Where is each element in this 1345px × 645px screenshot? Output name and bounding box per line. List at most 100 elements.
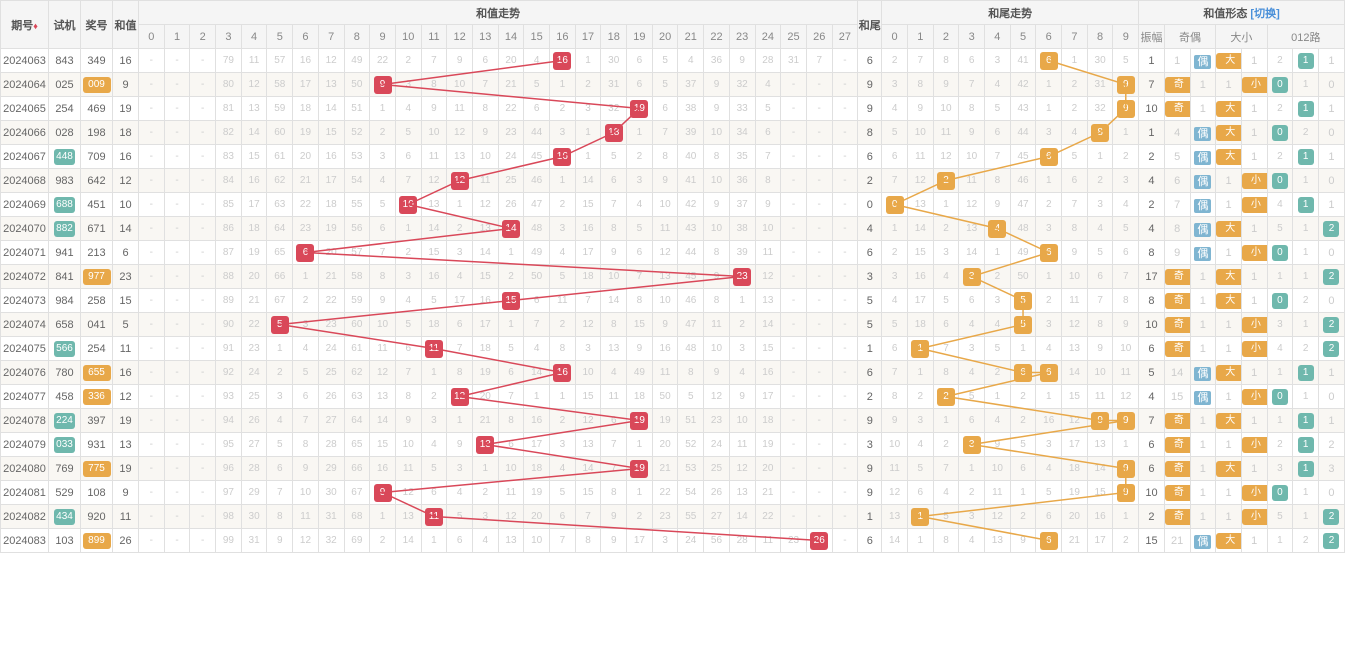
- hz-col-27: 27: [832, 25, 858, 49]
- hw-miss: 3: [959, 505, 985, 529]
- hz-miss: -: [832, 145, 858, 169]
- table-row: 202406384334916---7911571612492227962041…: [1, 49, 1345, 73]
- hz-miss: -: [806, 145, 832, 169]
- zhenfu-cell: 7: [1139, 73, 1165, 97]
- hz-ball: 23: [729, 265, 755, 289]
- col-period[interactable]: 期号♦: [1, 1, 49, 49]
- hz-col-16: 16: [550, 25, 576, 49]
- table-row: 202407745833612---9325362663138212207111…: [1, 385, 1345, 409]
- hz-miss: -: [139, 265, 165, 289]
- hz-miss: -: [164, 433, 190, 457]
- hz-miss: 6: [524, 289, 550, 313]
- hz-miss: 8: [421, 73, 447, 97]
- hz-miss: 46: [524, 169, 550, 193]
- hewei-cell: 1: [858, 337, 882, 361]
- hz-col-10: 10: [395, 25, 421, 49]
- hz-miss: 4: [421, 433, 447, 457]
- hz-miss: 4: [472, 529, 498, 553]
- table-row: 202407678065516---9224252562127181961416…: [1, 361, 1345, 385]
- hw-miss: 14: [959, 241, 985, 265]
- period-cell: 2024063: [1, 49, 49, 73]
- lu-cell: 2: [1267, 49, 1293, 73]
- hz-miss: 49: [627, 361, 653, 385]
- qo-num: 21: [1164, 529, 1190, 553]
- jianghao-cell: 642: [81, 169, 113, 193]
- lu-cell: 2: [1293, 121, 1319, 145]
- hw-col-4: 4: [985, 25, 1011, 49]
- hw-miss: 1: [1036, 169, 1062, 193]
- hz-miss: -: [139, 121, 165, 145]
- lu-cell: 4: [1267, 337, 1293, 361]
- hz-miss: 9: [370, 289, 396, 313]
- period-cell: 2024068: [1, 169, 49, 193]
- switch-link[interactable]: [切换]: [1250, 8, 1279, 20]
- hz-miss: -: [832, 241, 858, 265]
- hz-miss: 23: [498, 121, 524, 145]
- hz-miss: 13: [729, 481, 755, 505]
- hz-miss: 5: [498, 337, 524, 361]
- hz-miss: 9: [395, 409, 421, 433]
- hz-miss: -: [139, 457, 165, 481]
- lu-cell: 1: [1293, 361, 1319, 385]
- hz-miss: 12: [498, 505, 524, 529]
- hw-miss: 18: [1062, 457, 1088, 481]
- hz-miss: 1: [627, 121, 653, 145]
- hz-miss: 10: [755, 217, 781, 241]
- hz-miss: 7: [755, 145, 781, 169]
- hz-miss: 1: [550, 73, 576, 97]
- hw-miss: 13: [882, 505, 908, 529]
- lu-cell: 1: [1318, 409, 1344, 433]
- hz-miss: -: [164, 169, 190, 193]
- lu-cell: 2: [1293, 289, 1319, 313]
- sort-icon[interactable]: ♦: [33, 21, 38, 31]
- hz-miss: -: [806, 433, 832, 457]
- lu-cell: 2: [1318, 433, 1344, 457]
- hz-miss: 46: [678, 289, 704, 313]
- hw-miss: 1: [933, 193, 959, 217]
- hz-miss: -: [164, 361, 190, 385]
- hz-miss: 96: [216, 457, 242, 481]
- hz-miss: 39: [729, 241, 755, 265]
- hz-miss: 6: [395, 145, 421, 169]
- hw-miss: 11: [1087, 385, 1113, 409]
- hz-miss: 15: [472, 265, 498, 289]
- hw-miss: 8: [933, 529, 959, 553]
- hz-col-12: 12: [447, 25, 473, 49]
- hz-miss: 1: [267, 337, 293, 361]
- hz-miss: 99: [216, 529, 242, 553]
- hz-miss: -: [781, 289, 807, 313]
- hw-miss: 4: [959, 529, 985, 553]
- shiji-cell: 983: [49, 169, 81, 193]
- table-row: 202406744870916---8315612016533611131024…: [1, 145, 1345, 169]
- hz-miss: 4: [627, 193, 653, 217]
- hz-ball: 19: [627, 97, 653, 121]
- hz-miss: 15: [241, 145, 267, 169]
- qo-num: 奇: [1164, 337, 1190, 361]
- dx-xiao: 1: [1241, 145, 1267, 169]
- hz-miss: 14: [241, 121, 267, 145]
- hz-miss: 11: [755, 529, 781, 553]
- hw-miss: 5: [959, 385, 985, 409]
- hw-miss: 4: [985, 313, 1011, 337]
- hw-ball: 9: [1087, 409, 1113, 433]
- hz-miss: 21: [755, 481, 781, 505]
- hw-miss: 5: [1087, 241, 1113, 265]
- hz-miss: 59: [267, 97, 293, 121]
- hw-miss: 11: [959, 169, 985, 193]
- lu-cell: 0: [1267, 169, 1293, 193]
- dx-da: 1: [1216, 169, 1242, 193]
- hz-miss: 9: [472, 121, 498, 145]
- hz-ball: 5: [267, 313, 293, 337]
- hz-miss: -: [164, 217, 190, 241]
- qo-cell: 1: [1190, 505, 1216, 529]
- zhenfu-cell: 4: [1139, 169, 1165, 193]
- zhenfu-cell: 2: [1139, 193, 1165, 217]
- shiji-cell: 769: [49, 457, 81, 481]
- hw-miss: 31: [1087, 73, 1113, 97]
- hz-miss: 25: [318, 361, 344, 385]
- lu-cell: 0: [1267, 385, 1293, 409]
- hz-miss: 9: [267, 529, 293, 553]
- hz-miss: -: [781, 193, 807, 217]
- hezhi-cell: 6: [113, 241, 139, 265]
- dx-xiao: 小: [1241, 73, 1267, 97]
